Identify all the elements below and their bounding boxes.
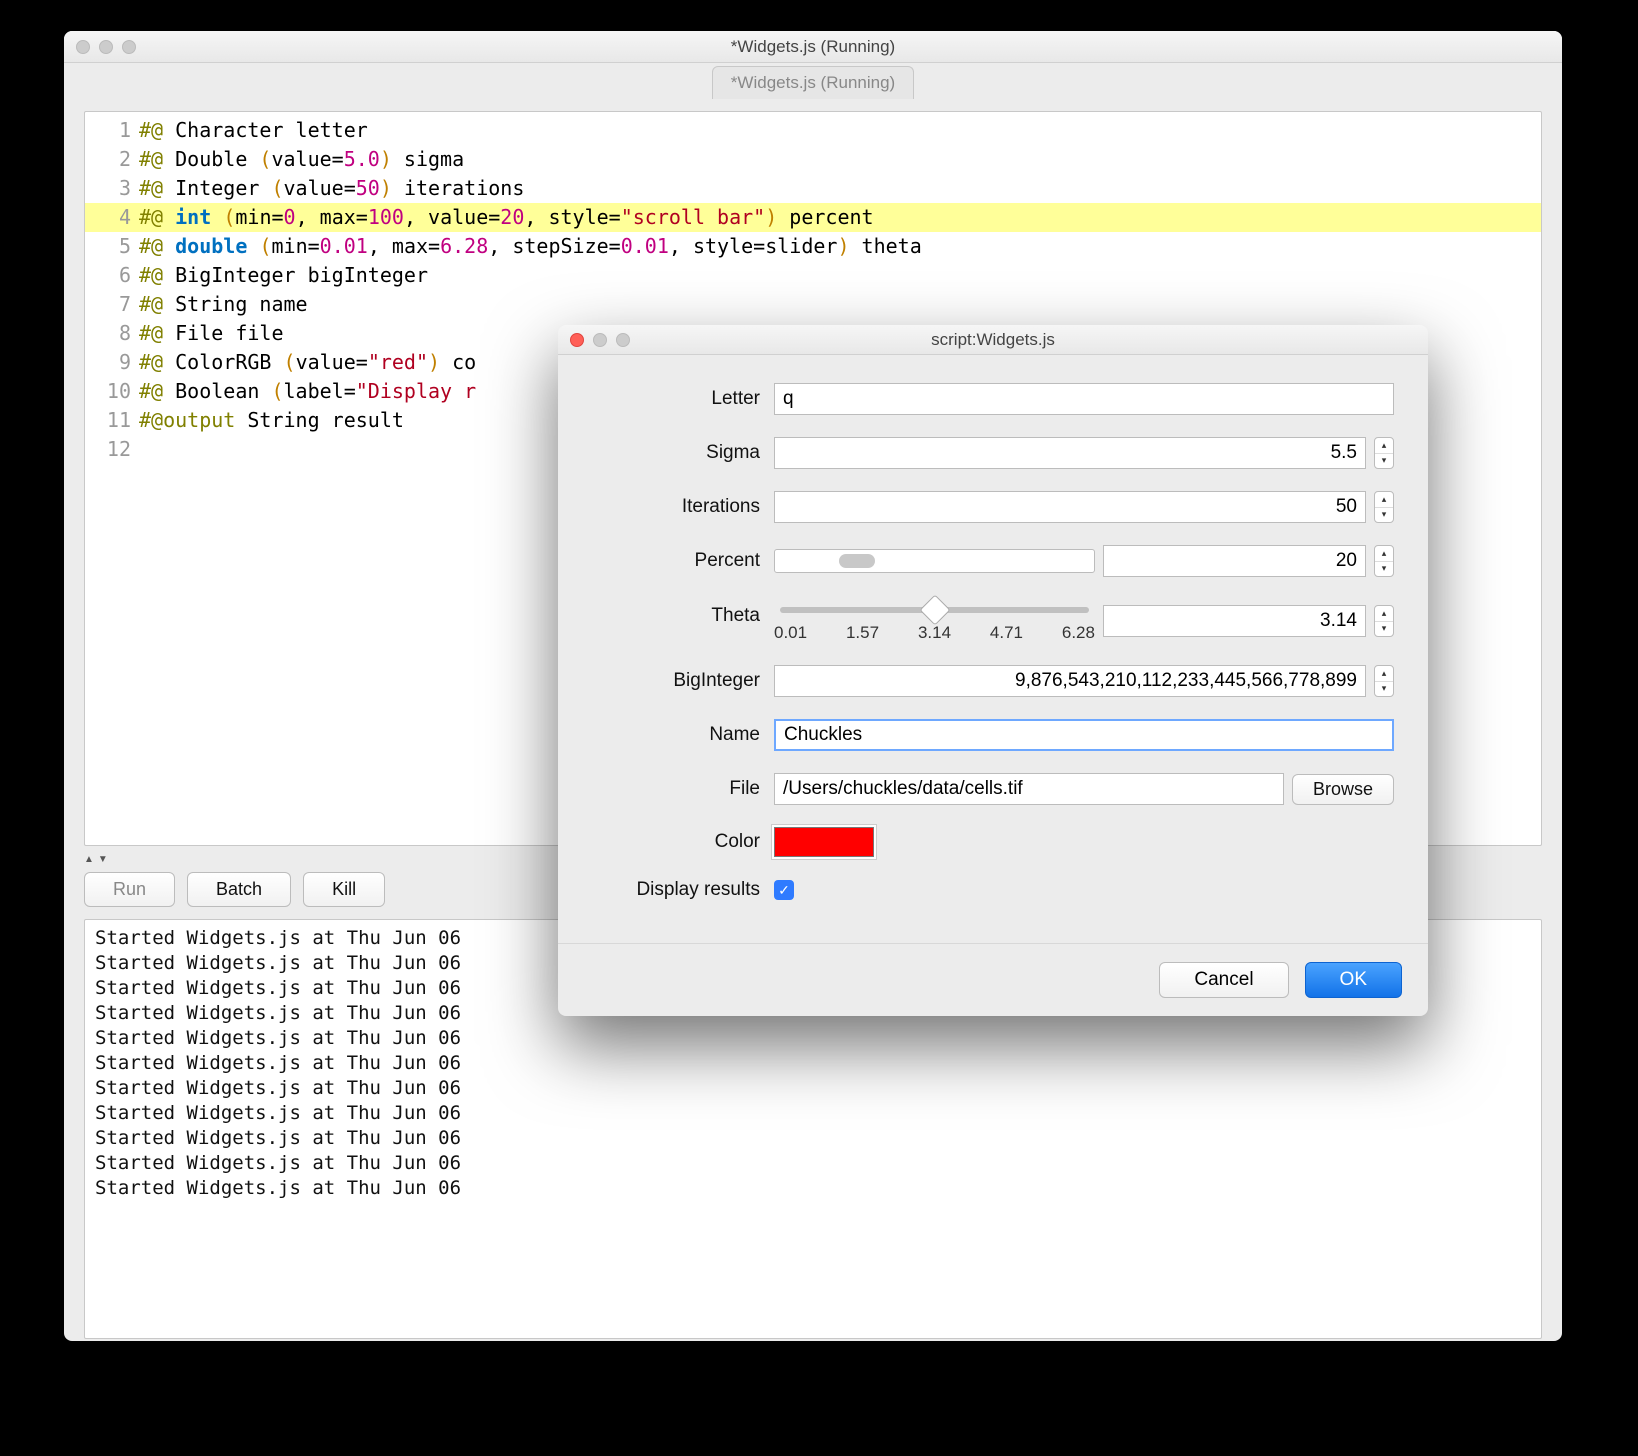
console-line: Started Widgets.js at Thu Jun 06 bbox=[95, 1101, 1531, 1126]
code-line[interactable]: 7#@ String name bbox=[85, 290, 1541, 319]
step-down-icon[interactable]: ▾ bbox=[1375, 454, 1393, 469]
line-number: 8 bbox=[85, 319, 139, 348]
percent-input[interactable] bbox=[1103, 545, 1366, 577]
collapse-up-icon: ▲ bbox=[84, 854, 94, 865]
dialog-title: script:Widgets.js bbox=[558, 330, 1428, 350]
tick-label: 6.28 bbox=[1062, 623, 1095, 643]
console-line: Started Widgets.js at Thu Jun 06 bbox=[95, 1051, 1531, 1076]
iterations-input[interactable] bbox=[774, 491, 1366, 523]
script-dialog: script:Widgets.js Letter Sigma ▴▾ Iterat… bbox=[558, 325, 1428, 1016]
code-line[interactable]: 1#@ Character letter bbox=[85, 116, 1541, 145]
line-number: 4 bbox=[85, 203, 139, 232]
line-number: 1 bbox=[85, 116, 139, 145]
code-line[interactable]: 4#@ int (min=0, max=100, value=20, style… bbox=[85, 203, 1541, 232]
tab-strip: *Widgets.js (Running) bbox=[64, 63, 1562, 99]
label-sigma: Sigma bbox=[592, 442, 774, 464]
label-color: Color bbox=[592, 831, 774, 853]
console-line: Started Widgets.js at Thu Jun 06 bbox=[95, 1151, 1531, 1176]
step-down-icon[interactable]: ▾ bbox=[1375, 682, 1393, 697]
step-up-icon[interactable]: ▴ bbox=[1375, 438, 1393, 454]
code-content: #@ int (min=0, max=100, value=20, style=… bbox=[139, 203, 1541, 232]
sigma-input[interactable] bbox=[774, 437, 1366, 469]
code-line[interactable]: 2#@ Double (value=5.0) sigma bbox=[85, 145, 1541, 174]
line-number: 2 bbox=[85, 145, 139, 174]
main-titlebar: *Widgets.js (Running) bbox=[64, 31, 1562, 63]
code-content: #@ Character letter bbox=[139, 116, 1541, 145]
color-swatch[interactable] bbox=[774, 827, 874, 857]
step-up-icon[interactable]: ▴ bbox=[1375, 546, 1393, 562]
tab-widgets[interactable]: *Widgets.js (Running) bbox=[712, 66, 914, 99]
label-file: File bbox=[592, 778, 774, 800]
line-number: 5 bbox=[85, 232, 139, 261]
code-content: #@ Double (value=5.0) sigma bbox=[139, 145, 1541, 174]
ok-button[interactable]: OK bbox=[1305, 962, 1402, 998]
label-biginteger: BigInteger bbox=[592, 670, 774, 692]
biginteger-stepper[interactable]: ▴▾ bbox=[1374, 665, 1394, 697]
batch-button[interactable]: Batch bbox=[187, 872, 291, 907]
biginteger-input[interactable] bbox=[774, 665, 1366, 697]
line-number: 9 bbox=[85, 348, 139, 377]
line-number: 11 bbox=[85, 406, 139, 435]
step-up-icon[interactable]: ▴ bbox=[1375, 666, 1393, 682]
step-up-icon[interactable]: ▴ bbox=[1375, 492, 1393, 508]
display-checkbox[interactable]: ✓ bbox=[774, 880, 794, 900]
code-content: #@ String name bbox=[139, 290, 1541, 319]
name-input[interactable] bbox=[774, 719, 1394, 751]
file-input[interactable] bbox=[774, 773, 1284, 805]
theta-ticks: 0.01 1.57 3.14 4.71 6.28 bbox=[774, 623, 1095, 643]
theta-stepper[interactable]: ▴▾ bbox=[1374, 605, 1394, 637]
code-line[interactable]: 5#@ double (min=0.01, max=6.28, stepSize… bbox=[85, 232, 1541, 261]
label-iterations: Iterations bbox=[592, 496, 774, 518]
tick-label: 3.14 bbox=[918, 623, 951, 643]
label-theta: Theta bbox=[592, 599, 774, 627]
step-down-icon[interactable]: ▾ bbox=[1375, 508, 1393, 523]
line-number: 3 bbox=[85, 174, 139, 203]
code-line[interactable]: 3#@ Integer (value=50) iterations bbox=[85, 174, 1541, 203]
label-letter: Letter bbox=[592, 388, 774, 410]
window-title: *Widgets.js (Running) bbox=[64, 37, 1562, 57]
theta-input[interactable] bbox=[1103, 605, 1366, 637]
tick-label: 1.57 bbox=[846, 623, 879, 643]
slider-thumb-icon[interactable] bbox=[919, 594, 950, 625]
sigma-stepper[interactable]: ▴▾ bbox=[1374, 437, 1394, 469]
step-up-icon[interactable]: ▴ bbox=[1375, 606, 1393, 622]
label-name: Name bbox=[592, 724, 774, 746]
code-content: #@ double (min=0.01, max=6.28, stepSize=… bbox=[139, 232, 1541, 261]
console-line: Started Widgets.js at Thu Jun 06 bbox=[95, 1076, 1531, 1101]
letter-input[interactable] bbox=[774, 383, 1394, 415]
tick-label: 4.71 bbox=[990, 623, 1023, 643]
percent-stepper[interactable]: ▴▾ bbox=[1374, 545, 1394, 577]
cancel-button[interactable]: Cancel bbox=[1159, 962, 1288, 998]
dialog-button-bar: Cancel OK bbox=[558, 943, 1428, 1016]
console-line: Started Widgets.js at Thu Jun 06 bbox=[95, 1176, 1531, 1201]
kill-button[interactable]: Kill bbox=[303, 872, 385, 907]
line-number: 10 bbox=[85, 377, 139, 406]
scrollbar-thumb-icon[interactable] bbox=[839, 554, 875, 568]
step-down-icon[interactable]: ▾ bbox=[1375, 622, 1393, 637]
code-content: #@ Integer (value=50) iterations bbox=[139, 174, 1541, 203]
step-down-icon[interactable]: ▾ bbox=[1375, 562, 1393, 577]
collapse-down-icon: ▼ bbox=[98, 854, 108, 865]
label-percent: Percent bbox=[592, 550, 774, 572]
code-line[interactable]: 6#@ BigInteger bigInteger bbox=[85, 261, 1541, 290]
browse-button[interactable]: Browse bbox=[1292, 774, 1394, 805]
dialog-form: Letter Sigma ▴▾ Iterations ▴▾ Percent bbox=[558, 355, 1428, 943]
theta-slider[interactable]: 0.01 1.57 3.14 4.71 6.28 bbox=[774, 599, 1095, 643]
code-content: #@ BigInteger bigInteger bbox=[139, 261, 1541, 290]
label-display: Display results bbox=[592, 879, 774, 901]
console-line: Started Widgets.js at Thu Jun 06 bbox=[95, 1126, 1531, 1151]
line-number: 12 bbox=[85, 435, 139, 464]
line-number: 7 bbox=[85, 290, 139, 319]
tick-label: 0.01 bbox=[774, 623, 807, 643]
console-line: Started Widgets.js at Thu Jun 06 bbox=[95, 1026, 1531, 1051]
iterations-stepper[interactable]: ▴▾ bbox=[1374, 491, 1394, 523]
percent-scrollbar[interactable] bbox=[774, 549, 1095, 573]
run-button[interactable]: Run bbox=[84, 872, 175, 907]
dialog-titlebar: script:Widgets.js bbox=[558, 325, 1428, 355]
line-number: 6 bbox=[85, 261, 139, 290]
